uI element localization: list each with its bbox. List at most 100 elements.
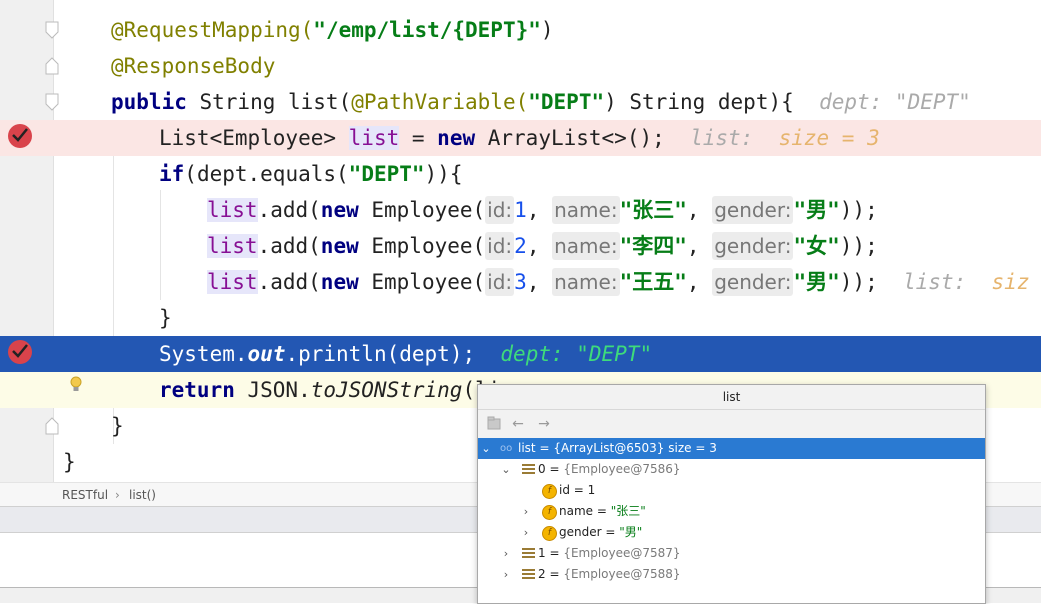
fold-icon[interactable] <box>44 57 60 75</box>
expand-arrow-icon[interactable]: › <box>520 501 532 522</box>
variable-size: size = 3 <box>664 441 717 455</box>
collapse-arrow-icon[interactable]: ⌄ <box>480 438 492 459</box>
variable-name: name <box>559 504 594 518</box>
list-element-icon <box>522 548 535 559</box>
variable-list[interactable]: list <box>348 126 400 150</box>
keyword: new <box>320 234 359 258</box>
code-text: )); <box>839 270 878 294</box>
code-text: )); <box>839 234 878 258</box>
variable-list[interactable]: list <box>207 198 258 222</box>
watch-glasses-icon: oo <box>500 443 513 454</box>
annotation-text: @ResponseBody <box>111 54 276 78</box>
list-element-icon <box>522 569 535 580</box>
variable-value: {ArrayList@6503} <box>553 441 665 455</box>
keyword: new <box>320 198 359 222</box>
tree-row-list[interactable]: ⌄ oo list = {ArrayList@6503} size = 3 <box>478 438 985 459</box>
collapse-arrow-icon[interactable]: ⌄ <box>500 459 512 480</box>
tree-row-element-0[interactable]: ⌄ 0 = {Employee@7586} <box>478 459 985 480</box>
fold-icon[interactable] <box>44 417 60 435</box>
code-text: System. <box>159 342 248 366</box>
number-literal: 2 <box>514 234 527 258</box>
parameter-hint: name: <box>552 268 620 296</box>
parameter-hint: name: <box>552 232 620 260</box>
expand-arrow-icon[interactable]: › <box>520 522 532 543</box>
code-text: .println(dept); <box>285 342 476 366</box>
code-line-2: @ResponseBody <box>0 48 1041 84</box>
field-icon: f <box>542 505 557 520</box>
tree-row-field-gender[interactable]: › f gender = "男" <box>478 522 985 543</box>
breadcrumb-item-method[interactable]: list() <box>129 483 156 507</box>
parameter-hint: name: <box>552 196 620 224</box>
code-text: )){ <box>424 162 463 186</box>
forward-arrow-icon[interactable]: → <box>536 416 552 432</box>
expand-arrow-icon[interactable]: › <box>500 543 512 564</box>
variable-name: 0 <box>538 462 546 476</box>
field-icon: f <box>542 484 557 499</box>
keyword: return <box>159 378 235 402</box>
string-literal: "/emp/list/{DEPT}" <box>313 18 541 42</box>
equals-sign: = <box>545 567 564 581</box>
number-literal: 3 <box>514 270 527 294</box>
lightbulb-icon[interactable] <box>69 376 83 394</box>
annotation-text: @RequestMapping( <box>111 18 314 42</box>
breakpoint-icon[interactable] <box>7 123 33 149</box>
popup-title: list <box>478 385 985 410</box>
list-element-icon <box>522 464 535 475</box>
keyword: new <box>320 270 359 294</box>
code-line-3: public String list(@PathVariable("DEPT")… <box>0 84 1041 120</box>
code-text: ) String dept){ <box>604 90 794 114</box>
equals-sign: = <box>545 546 564 560</box>
code-line-4: List<Employee> list = new ArrayList<>();… <box>0 120 1041 156</box>
annotation-text: @PathVariable( <box>351 90 529 114</box>
string-literal: "李四" <box>619 234 687 258</box>
tree-row-element-2[interactable]: › 2 = {Employee@7588} <box>478 564 985 585</box>
fold-icon[interactable] <box>44 21 60 39</box>
code-text: } <box>159 306 172 330</box>
variable-name: list <box>518 441 536 455</box>
fold-icon[interactable] <box>44 93 60 111</box>
code-line-7: list.add(new Employee(id:2, name:"李四", g… <box>207 232 878 260</box>
variable-name: gender <box>559 525 602 539</box>
breadcrumb-separator: › <box>115 488 120 502</box>
tree-row-field-name[interactable]: › f name = "张三" <box>478 501 985 522</box>
variable-list[interactable]: list <box>207 234 258 258</box>
equals-sign: = <box>601 525 620 539</box>
inline-debug-value: size = 3 <box>778 126 880 150</box>
static-field: out <box>247 342 286 366</box>
parameter-hint: gender: <box>712 196 794 224</box>
code-line-1: @RequestMapping("/emp/list/{DEPT}") <box>0 12 1041 48</box>
back-arrow-icon[interactable]: ← <box>510 416 526 432</box>
expand-arrow-icon[interactable]: › <box>500 564 512 585</box>
string-literal: "王五" <box>619 270 687 294</box>
popup-toolbar: ← → <box>478 410 985 439</box>
code-text: } <box>63 450 76 474</box>
breadcrumb-item-class[interactable]: RESTful <box>62 483 108 507</box>
code-text: ArrayList<>(); <box>475 126 665 150</box>
tree-row-element-1[interactable]: › 1 = {Employee@7587} <box>478 543 985 564</box>
code-text: Employee( <box>358 270 486 294</box>
inline-debug-hint: list: <box>903 270 967 294</box>
variable-value: {Employee@7587} <box>563 546 681 560</box>
number-literal: 1 <box>514 198 527 222</box>
inline-debug-hint: dept: "DEPT" <box>500 342 653 366</box>
static-method: toJSONString <box>310 378 463 402</box>
code-text: Employee( <box>358 234 486 258</box>
string-literal: "男" <box>793 270 840 294</box>
string-literal: "女" <box>793 234 840 258</box>
code-line-9: } <box>0 300 1041 336</box>
field-icon: f <box>542 526 557 541</box>
keyword: public <box>111 90 187 114</box>
tree-row-field-id[interactable]: f id = 1 <box>478 480 985 501</box>
string-literal: "张三" <box>619 198 687 222</box>
code-line-6: list.add(new Employee(id:1, name:"张三", g… <box>207 196 878 224</box>
code-text: JSON. <box>234 378 311 402</box>
breakpoint-icon[interactable] <box>7 339 33 365</box>
equals-sign: = <box>569 483 588 497</box>
keyword: if <box>159 162 185 186</box>
code-line-5: if(dept.equals("DEPT")){ <box>0 156 1041 192</box>
variable-list[interactable]: list <box>207 270 258 294</box>
code-text: String list( <box>186 90 352 114</box>
code-text: )); <box>839 198 878 222</box>
add-watch-icon[interactable] <box>486 416 502 432</box>
variable-name: 2 <box>538 567 546 581</box>
